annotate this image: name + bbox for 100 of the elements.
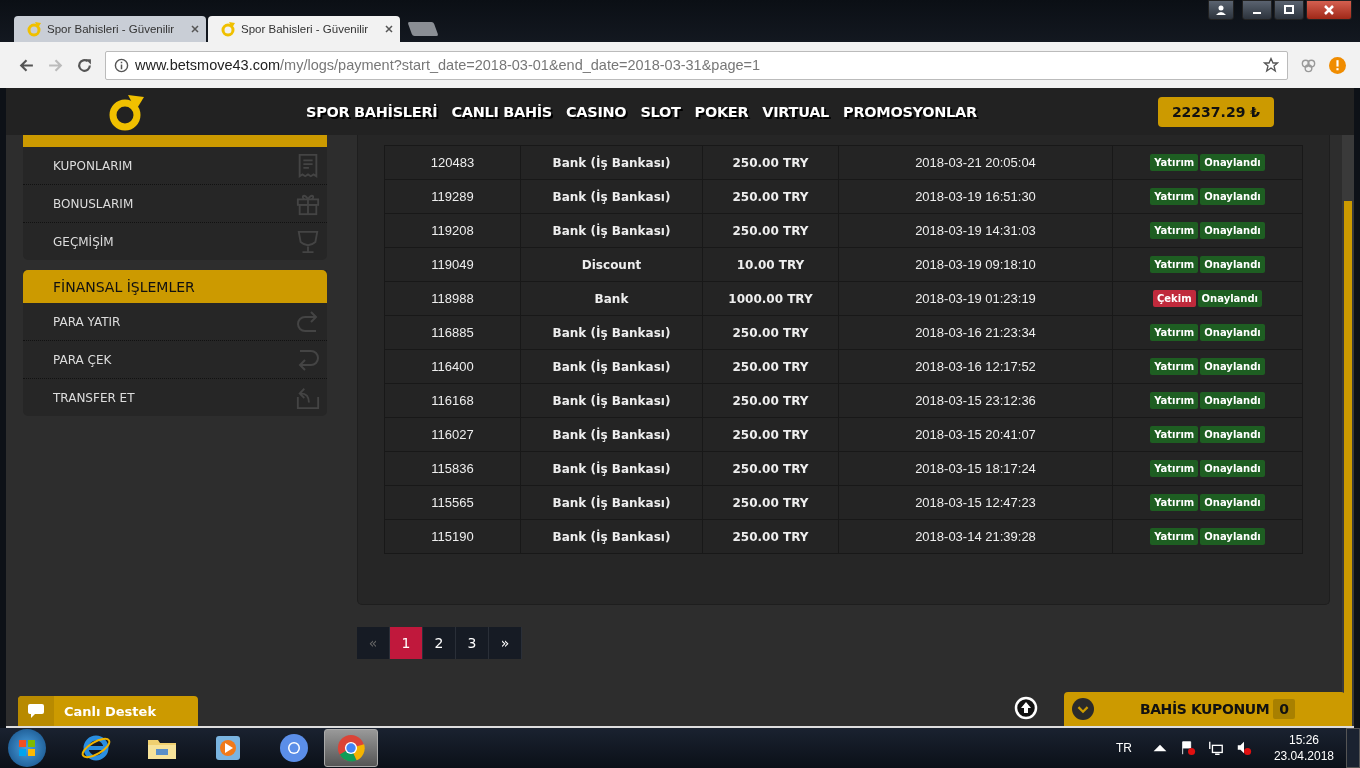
start-button[interactable] [8, 729, 46, 767]
minimize-button[interactable] [1242, 0, 1272, 20]
browser-tab[interactable]: Spor Bahisleri - Güvenilir [14, 16, 206, 42]
status-badge: Onaylandı [1200, 392, 1265, 409]
address-bar[interactable]: www.betsmove43.com/my/logs/payment?start_date=2018-03-01&end_date=2018-03-31&page=1 [105, 50, 1288, 80]
close-icon [1323, 4, 1335, 16]
sidebar-link[interactable]: PARA YATIR [53, 314, 121, 329]
type-badge: Yatırım [1150, 494, 1199, 511]
minimize-icon [1253, 12, 1261, 14]
clock-time: 15:26 [1288, 733, 1319, 747]
nav-link[interactable]: CANLI BAHİS [451, 103, 552, 120]
table-cell: 2018-03-19 14:31:03 [838, 213, 1113, 248]
table-cell: 2018-03-15 20:41:07 [838, 417, 1113, 452]
type-badge: Yatırım [1150, 426, 1199, 443]
status-badge: Onaylandı [1200, 222, 1265, 239]
type-badge: Yatırım [1150, 222, 1199, 239]
nav-link[interactable]: CASINO [566, 103, 627, 120]
info-icon[interactable] [114, 57, 129, 73]
type-badge: Yatırım [1150, 392, 1199, 409]
logo-icon [26, 21, 42, 37]
table-cell: 119289 [384, 179, 521, 214]
nav-link[interactable]: SLOT [640, 103, 681, 120]
status-badge: Onaylandı [1197, 290, 1263, 307]
scroll-up-icon[interactable] [1014, 696, 1038, 720]
table-cell: 118988 [384, 281, 521, 316]
table-cell: Bank (İş Bankası) [520, 485, 703, 520]
bet-count-badge: 0 [1273, 699, 1295, 719]
table-cell: Bank [520, 281, 703, 316]
curved-arrow-icon [296, 308, 320, 335]
sidebar-link[interactable]: KUPONLARIM [53, 158, 133, 173]
page-link[interactable]: » [489, 627, 522, 659]
table-cell: 2018-03-19 01:23:19 [838, 281, 1113, 316]
table-cell: 2018-03-15 23:12:36 [838, 383, 1113, 418]
status-badge: Onaylandı [1200, 528, 1265, 545]
sidebar-link[interactable]: PARA ÇEK [53, 352, 112, 367]
type-badge: Yatırım [1150, 358, 1199, 375]
page-link[interactable]: 2 [423, 627, 456, 659]
browser-tab[interactable]: Spor Bahisleri - Güvenilir [208, 16, 400, 42]
table-cell: 250.00 TRY [702, 519, 839, 554]
table-cell: 116885 [384, 315, 521, 350]
user-icon[interactable] [1208, 0, 1234, 20]
maximize-button[interactable] [1274, 0, 1304, 20]
network-icon[interactable] [1207, 740, 1224, 756]
table-cell: 250.00 TRY [702, 213, 839, 248]
status-badge: Onaylandı [1200, 494, 1265, 511]
status-badge: Onaylandı [1200, 460, 1265, 477]
chat-bubble-icon [27, 703, 45, 719]
page-link[interactable]: 3 [456, 627, 489, 659]
new-tab-button[interactable] [407, 22, 439, 36]
table-cell: Bank (İş Bankası) [520, 451, 703, 486]
nav-link[interactable]: POKER [694, 103, 749, 120]
table-cell: 250.00 TRY [702, 485, 839, 520]
table-cell: 115565 [384, 485, 521, 520]
table-cell: Bank (İş Bankası) [520, 349, 703, 384]
sidebar-heading: FİNANSAL İŞLEMLER [23, 270, 327, 303]
bookmark-star-icon[interactable] [1263, 57, 1279, 73]
chromium-icon[interactable] [278, 732, 310, 764]
table-cell: Bank (İş Bankası) [520, 213, 703, 248]
url-text: www.betsmove43.com/my/logs/payment?start_date=2018-03-01&end_date=2018-03-31&page=1 [135, 57, 762, 73]
close-icon[interactable] [384, 24, 394, 34]
status-badge: Onaylandı [1200, 426, 1265, 443]
sidebar-link[interactable]: TRANSFER ET [53, 390, 135, 405]
table-cell: 250.00 TRY [702, 349, 839, 384]
language-indicator[interactable]: TR [1115, 741, 1132, 755]
sidebar-link[interactable]: GEÇMİŞİM [53, 234, 114, 249]
table-cell: 250.00 TRY [702, 315, 839, 350]
speaker-muted-icon[interactable] [1235, 740, 1252, 756]
table-cell: 116168 [384, 383, 521, 418]
page-link[interactable]: 1 [390, 627, 423, 659]
table-cell: 116400 [384, 349, 521, 384]
table-cell: 250.00 TRY [702, 179, 839, 214]
flag-error-icon[interactable] [1179, 740, 1196, 756]
sidebar-link[interactable]: BONUSLARIM [53, 196, 134, 211]
maximize-icon [1283, 4, 1295, 16]
table-cell: 2018-03-15 18:17:24 [838, 451, 1113, 486]
status-badge: Onaylandı [1200, 358, 1265, 375]
table-cell: 116027 [384, 417, 521, 452]
four-squares-logo-icon [17, 738, 37, 758]
bet-slip-bar[interactable]: BAHİS KUPONUM 0 [1064, 692, 1345, 726]
nav-link[interactable]: PROMOSYONLAR [843, 103, 977, 120]
close-button[interactable] [1306, 0, 1352, 20]
table-cell: Bank (İş Bankası) [520, 519, 703, 554]
type-badge: Yatırım [1150, 154, 1199, 171]
chevron-down-icon[interactable] [1072, 698, 1094, 720]
reload-icon[interactable] [76, 56, 93, 74]
type-badge: Yatırım [1150, 188, 1199, 205]
receipt-icon [296, 152, 320, 179]
table-cell: Bank (İş Bankası) [520, 179, 703, 214]
taskbar-button[interactable] [324, 729, 378, 767]
close-icon[interactable] [190, 24, 200, 34]
type-badge: Yatırım [1150, 528, 1199, 545]
browser-logo-icon [336, 733, 366, 763]
scrollbar-thumb[interactable] [1344, 201, 1352, 726]
scrollbar[interactable] [1342, 135, 1354, 726]
balance-button[interactable]: 22237.29 ₺ [1157, 96, 1274, 127]
table-cell: 119208 [384, 213, 521, 248]
nav-link[interactable]: SPOR BAHİSLERİ [306, 103, 438, 120]
tab-title: Spor Bahisleri - Güvenilir [47, 23, 176, 35]
nav-link[interactable]: VIRTUAL [762, 103, 830, 120]
table-cell: Bank (İş Bankası) [520, 383, 703, 418]
